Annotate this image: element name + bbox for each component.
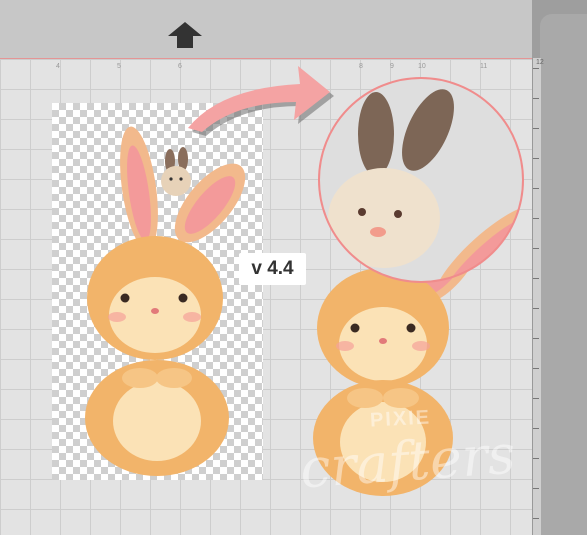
top-ruler-number: 10 [418, 63, 426, 70]
design-canvas: 12 4 5 6 8 9 10 11 v 4.4 PIXIE crafters [0, 0, 587, 535]
top-ruler-number: 9 [390, 63, 394, 70]
top-ruler-number: 4 [56, 63, 60, 70]
bunny-image-original[interactable] [52, 103, 263, 480]
curved-arrow-icon [188, 66, 334, 136]
top-ruler-number: 11 [480, 63, 488, 70]
right-scroll-track[interactable] [540, 14, 587, 535]
ruler-number: 12 [536, 59, 544, 66]
top-ruler-number: 8 [359, 63, 363, 70]
vertical-ruler [532, 58, 541, 535]
magnifier-lens [318, 77, 524, 283]
top-ruler-number: 5 [117, 63, 121, 70]
